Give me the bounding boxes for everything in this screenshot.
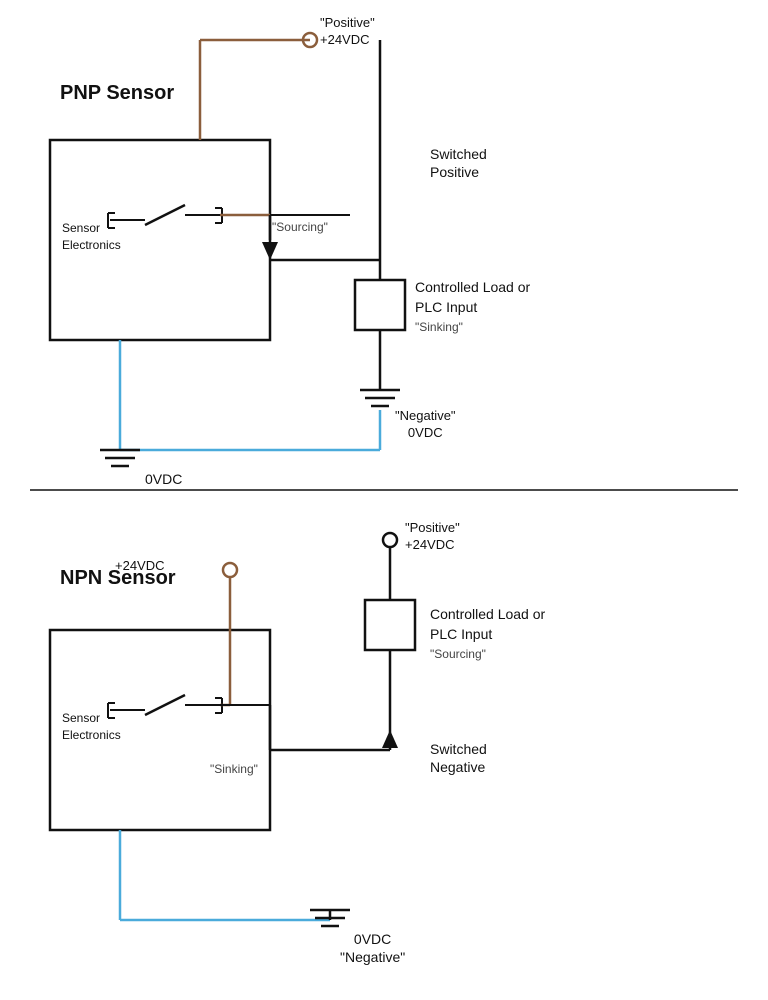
sinking-label-bottom: "Sinking" [210, 762, 258, 778]
positive-quote-top: "Positive" [320, 15, 375, 30]
diagram-container: PNP Sensor "Positive" +24VDC Switched Po… [0, 0, 768, 1000]
sensor-electronics-top: Sensor Electronics [62, 220, 121, 254]
sinking-label-top: "Sinking" [415, 320, 463, 334]
plus24vdc-top: +24VDC [320, 32, 370, 47]
sourcing-label-top: "Sourcing" [272, 220, 328, 236]
bottom-0vdc-npn: 0VDC "Negative" [340, 930, 405, 966]
bottom-0vdc-top: 0VDC [145, 470, 182, 488]
sourcing-label-bottom: "Sourcing" [430, 647, 486, 661]
negative-label-top: "Negative" 0VDC [395, 408, 456, 442]
load-label-bottom: Controlled Load or PLC Input "Sourcing" [430, 605, 545, 664]
top-positive-label: "Positive" +24VDC [320, 15, 375, 49]
load-label-top: Controlled Load or PLC Input "Sinking" [415, 278, 530, 337]
pnp-title: PNP Sensor [60, 80, 180, 106]
load-text-top: Controlled Load or PLC Input [415, 278, 530, 317]
npn-positive-right: "Positive" +24VDC [405, 520, 460, 554]
sensor-electronics-bottom: Sensor Electronics [62, 710, 121, 744]
npn-plus24-left: +24VDC [115, 558, 165, 575]
load-text-bottom: Controlled Load or PLC Input [430, 605, 545, 644]
switched-positive-label: Switched Positive [430, 145, 487, 181]
switched-negative-label: Switched Negative [430, 740, 487, 776]
